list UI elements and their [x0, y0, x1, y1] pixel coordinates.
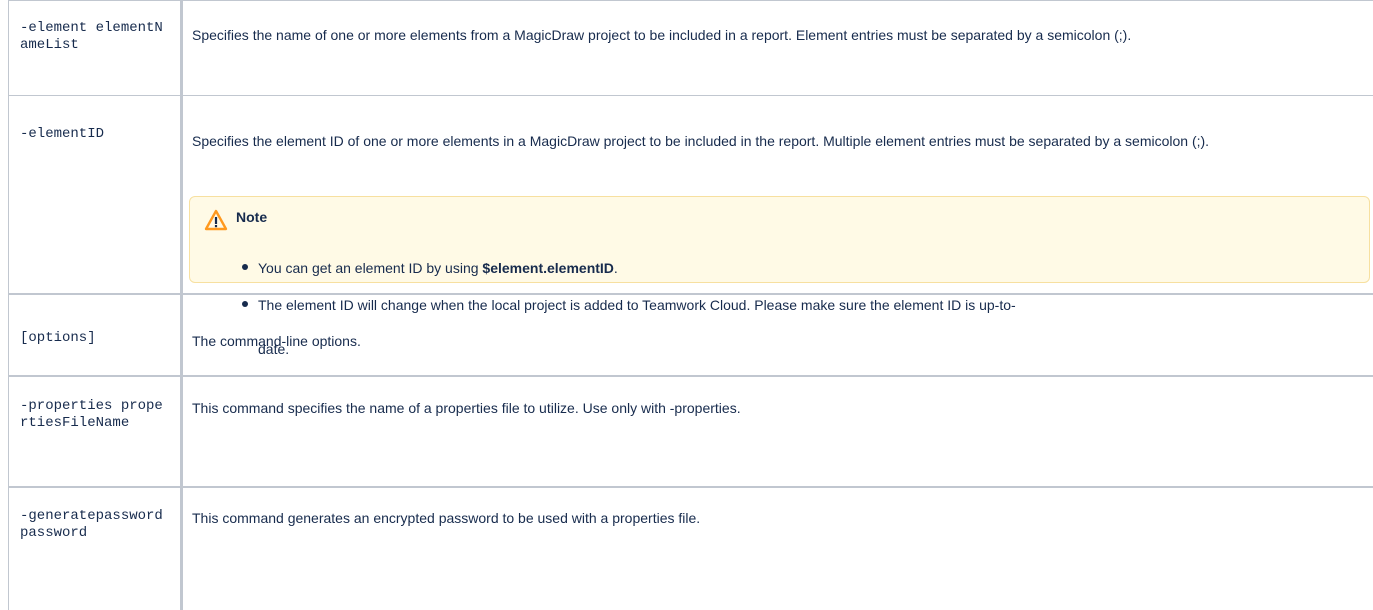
row-divider	[8, 95, 1373, 96]
desc-element-name-list: Specifies the name of one or more elemen…	[192, 27, 1132, 43]
desc-element-id: Specifies the element ID of one or more …	[192, 133, 1210, 149]
row-divider	[8, 375, 1373, 377]
param-options: [options]	[20, 330, 96, 346]
param-generatepassword: -generatepassword password	[20, 508, 163, 541]
param-element-id: -elementID	[20, 126, 105, 142]
desc-generatepassword: This command generates an encrypted pass…	[192, 510, 701, 526]
desc-options: The command-line options.	[192, 333, 361, 349]
row-divider	[8, 486, 1373, 488]
note-bullet-2: The element ID will change when the loca…	[238, 295, 1016, 315]
column-divider	[180, 0, 183, 610]
row-divider	[8, 0, 1373, 1]
note-bullet-1-code: $element.elementID	[482, 260, 614, 276]
note-bullet-1-suffix: .	[613, 260, 618, 276]
note-bullet-2-overflow: date.	[258, 341, 290, 357]
desc-properties: This command specifies the name of a pro…	[192, 400, 741, 416]
param-properties: -properties propertiesFileName	[20, 398, 163, 431]
table-left-border	[8, 0, 9, 610]
note-bullet-1-text: You can get an element ID by using	[258, 260, 483, 276]
note-title: Note	[236, 209, 268, 225]
note-bullet-1: You can get an element ID by using $elem…	[238, 258, 618, 278]
param-element-name-list: -element elementNameList	[20, 20, 163, 53]
warning-icon	[204, 209, 228, 231]
